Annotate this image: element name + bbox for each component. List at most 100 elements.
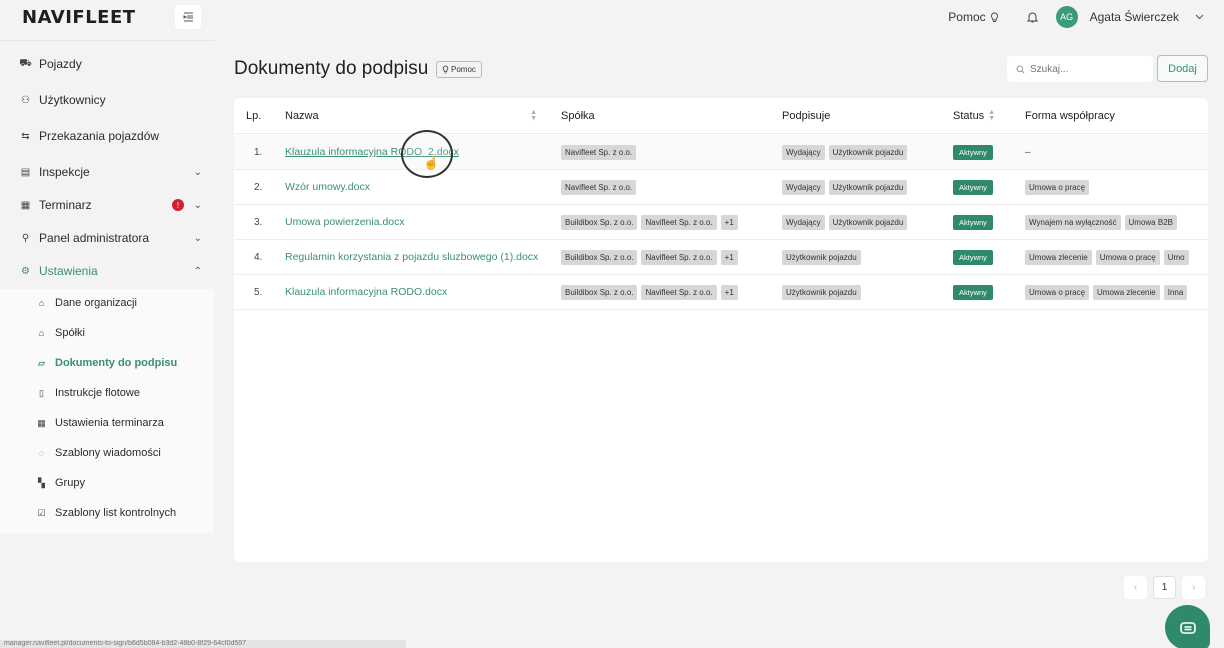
sidebar-item-panel-administratora[interactable]: ⚲ Panel administratora ⌄ bbox=[20, 231, 202, 245]
alert-badge: ! bbox=[172, 199, 184, 211]
app-root: NAVIFLEET Pomoc AG Agata Świerczek ⛟ Poj… bbox=[0, 0, 1224, 648]
next-page-button[interactable]: › bbox=[1182, 576, 1205, 599]
form-tag: Umowa zlecenie bbox=[1025, 249, 1092, 265]
bank-icon: ⌂ bbox=[38, 298, 45, 308]
menu-toggle-button[interactable] bbox=[175, 5, 201, 29]
form-tags: Umowa o pracę bbox=[1025, 170, 1090, 204]
sidebar-item-label: Ustawienia terminarza bbox=[55, 417, 164, 429]
status-badge: Aktywny bbox=[953, 284, 993, 300]
bell-icon[interactable] bbox=[1026, 11, 1038, 23]
status-cell: Aktywny bbox=[953, 275, 993, 309]
signer-tags: Użytkownik pojazdu bbox=[782, 240, 861, 274]
signer-tag: Użytkownik pojazdu bbox=[828, 144, 908, 160]
avatar[interactable]: AG bbox=[1055, 6, 1078, 28]
status-cell: Aktywny bbox=[953, 240, 993, 274]
documents-table: Lp. Nazwa ▲ ▼ Spółka Podpisuje Status ▲ ▼ … bbox=[234, 98, 1208, 562]
sidebar-item-label: Szablony list kontrolnych bbox=[55, 507, 177, 519]
clipboard-icon: ▤ bbox=[20, 166, 31, 178]
sidebar-item-ustawienia-terminarza[interactable]: ▦ Ustawienia terminarza bbox=[36, 417, 164, 429]
document-name-link[interactable]: Umowa powierzenia.docx bbox=[285, 205, 405, 239]
top-right-controls: Pomoc AG Agata Świerczek bbox=[948, 5, 1204, 29]
prev-page-button[interactable]: ‹ bbox=[1124, 576, 1147, 599]
column-header-name[interactable]: Nazwa ▲ ▼ bbox=[285, 109, 537, 122]
more-companies-tag[interactable]: +1 bbox=[720, 214, 738, 230]
signer-tag: Użytkownik pojazdu bbox=[828, 179, 908, 195]
table-row[interactable]: 1. Klauzula informacyjna RODO_2.docx Nav… bbox=[234, 135, 1208, 170]
help-chip-label: Pomoc bbox=[451, 65, 476, 74]
column-header-form: Forma współpracy bbox=[1025, 110, 1115, 122]
sidebar-item-label: Ustawienia bbox=[39, 264, 98, 278]
search-box[interactable] bbox=[1007, 56, 1153, 82]
file-icon: ▯ bbox=[39, 387, 44, 398]
status-cell: Aktywny bbox=[953, 205, 993, 239]
table-row[interactable]: 5. Klauzula informacyjna RODO.docx Build… bbox=[234, 275, 1208, 310]
column-header-status[interactable]: Status ▲ ▼ bbox=[953, 109, 995, 122]
more-companies-tag[interactable]: +1 bbox=[720, 284, 738, 300]
page-title: Dokumenty do podpisu bbox=[234, 58, 429, 79]
chat-icon bbox=[1179, 621, 1196, 634]
table-row[interactable]: 4. Regulamin korzystania z pojazdu sluzb… bbox=[234, 240, 1208, 275]
document-name-link[interactable]: Regulamin korzystania z pojazdu sluzbowe… bbox=[285, 240, 538, 274]
sidebar-item-inspekcje[interactable]: ▤ Inspekcje ⌄ bbox=[20, 165, 202, 179]
table-row[interactable]: 3. Umowa powierzenia.docx Buildibox Sp. … bbox=[234, 205, 1208, 240]
sidebar-item-pojazdy[interactable]: ⛟ Pojazdy bbox=[19, 57, 202, 71]
more-companies-tag[interactable]: +1 bbox=[720, 249, 738, 265]
sidebar-item-szablony-wiadomosci[interactable]: ◌ Szablony wiadomości bbox=[36, 447, 161, 459]
sidebar-item-label: Przekazania pojazdów bbox=[39, 129, 160, 143]
column-header-label: Podpisuje bbox=[782, 110, 831, 122]
sidebar-item-label: Spółki bbox=[55, 327, 85, 339]
sort-icon[interactable]: ▲ ▼ bbox=[530, 109, 537, 122]
page-button[interactable]: 1 bbox=[1153, 576, 1176, 599]
column-header-label: Nazwa bbox=[285, 110, 319, 122]
chevron-up-icon: ⌃ bbox=[193, 265, 202, 277]
sidebar-item-terminarz[interactable]: ▦ Terminarz ! ⌄ bbox=[20, 198, 202, 212]
sidebar-item-przekazania[interactable]: ⇆ Przekazania pojazdów bbox=[20, 129, 202, 143]
search-input[interactable] bbox=[1030, 63, 1140, 75]
signer-tag: Wydający bbox=[782, 144, 825, 160]
document-name-link[interactable]: Wzór umowy.docx bbox=[285, 170, 370, 204]
form-tag: Umowa B2B bbox=[1124, 214, 1177, 230]
status-badge: Aktywny bbox=[953, 249, 993, 265]
lightbulb-icon bbox=[442, 65, 449, 74]
sidebar-item-dane-organizacji[interactable]: ⌂ Dane organizacji bbox=[36, 297, 137, 309]
help-chip[interactable]: Pomoc bbox=[436, 61, 482, 78]
table-row[interactable]: 2. Wzór umowy.docx Navifleet Sp. z o.o. … bbox=[234, 170, 1208, 205]
chevron-down-icon: ⌄ bbox=[193, 199, 202, 211]
lightbulb-icon bbox=[990, 12, 998, 22]
table-header: Lp. Nazwa ▲ ▼ Spółka Podpisuje Status ▲ ▼ … bbox=[234, 98, 1208, 134]
chevron-down-icon[interactable] bbox=[1195, 14, 1204, 20]
sidebar-item-label: Dane organizacji bbox=[55, 297, 137, 309]
gear-icon: ⚙ bbox=[21, 265, 30, 277]
row-number: 3. bbox=[254, 216, 263, 228]
company-tag: Navifleet Sp. z o.o. bbox=[641, 214, 717, 230]
grid-icon: ▚ bbox=[38, 477, 45, 488]
sidebar-item-szablony-list-kontrolnych[interactable]: ☑ Szablony list kontrolnych bbox=[36, 507, 176, 519]
swap-icon: ⇆ bbox=[21, 130, 30, 142]
sidebar-item-dokumenty-do-podpisu[interactable]: ▱ Dokumenty do podpisu bbox=[36, 357, 177, 369]
help-link[interactable]: Pomoc bbox=[948, 10, 998, 24]
collapse-menu-icon bbox=[183, 12, 193, 22]
signer-tags: Wydający Użytkownik pojazdu bbox=[782, 135, 908, 169]
sidebar-item-label: Terminarz bbox=[39, 198, 92, 212]
sidebar-item-label: Grupy bbox=[55, 477, 85, 489]
sort-icon[interactable]: ▲ ▼ bbox=[988, 109, 995, 122]
user-name[interactable]: Agata Świerczek bbox=[1090, 10, 1179, 24]
sidebar-item-spolki[interactable]: ⌂ Spółki bbox=[36, 327, 85, 339]
status-badge: Aktywny bbox=[953, 214, 993, 230]
add-button[interactable]: Dodaj bbox=[1157, 55, 1208, 82]
form-tag: Umowa o pracę bbox=[1025, 179, 1090, 195]
hand-cursor-icon: ☝ bbox=[423, 155, 440, 170]
sidebar-item-uzytkownicy[interactable]: ⚇ Użytkownicy bbox=[20, 93, 202, 107]
app-logo[interactable]: NAVIFLEET bbox=[22, 7, 136, 28]
column-header-label: Lp. bbox=[246, 110, 262, 122]
sidebar-item-grupy[interactable]: ▚ Grupy bbox=[36, 477, 85, 489]
chat-button[interactable] bbox=[1165, 605, 1210, 648]
sidebar-item-instrukcje-flotowe[interactable]: ▯ Instrukcje flotowe bbox=[36, 387, 140, 399]
form-tag: Umowa zlecenie bbox=[1093, 284, 1160, 300]
sidebar-item-ustawienia[interactable]: ⚙ Ustawienia ⌃ bbox=[20, 264, 202, 278]
users-icon: ⚇ bbox=[21, 94, 30, 106]
company-tag: Navifleet Sp. z o.o. bbox=[641, 249, 717, 265]
document-name-link[interactable]: Klauzula informacyjna RODO.docx bbox=[285, 275, 447, 309]
settings-subnav: ⌂ Dane organizacji ⌂ Spółki ▱ Dokumenty … bbox=[0, 289, 214, 533]
status-badge: Aktywny bbox=[953, 179, 993, 195]
